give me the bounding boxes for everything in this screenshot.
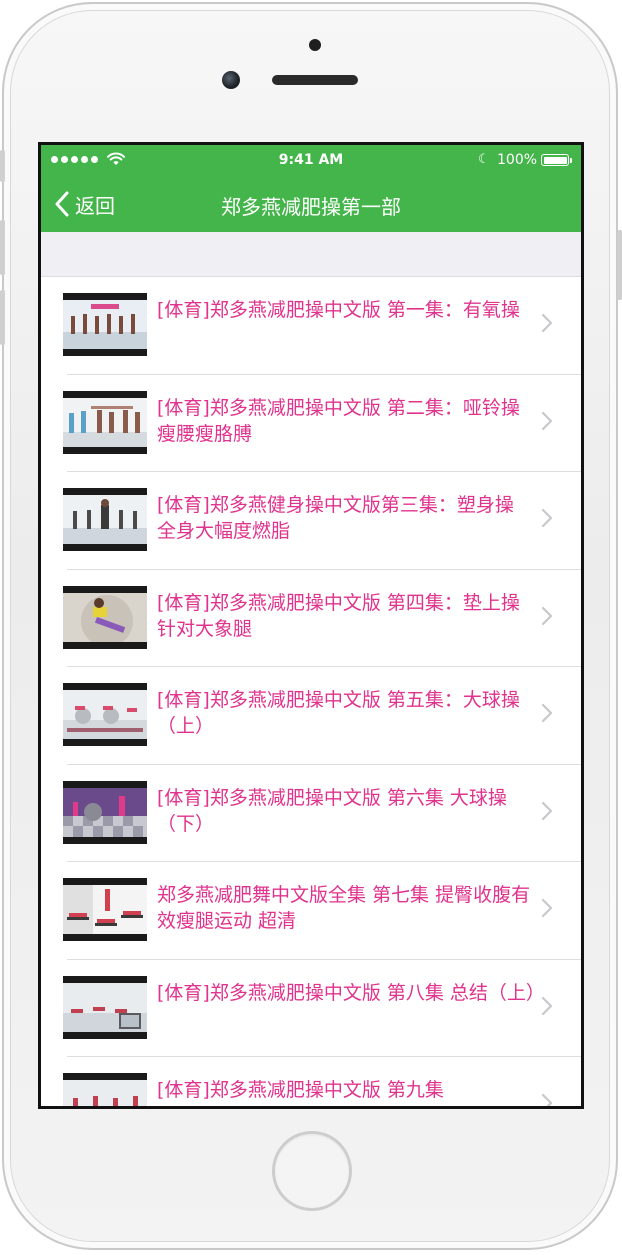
video-thumbnail xyxy=(63,585,147,649)
video-thumbnail xyxy=(63,780,147,844)
list-item[interactable]: [体育]郑多燕减肥操中文版 第二集：哑铃操 瘦腰瘦胳膊 xyxy=(41,375,581,473)
video-title: 郑多燕减肥舞中文版全集 第七集 提臀收腹有效瘦腿运动 超清 xyxy=(157,884,531,932)
app-view: 9:41 AM ☾ 100% 返回 郑多燕减肥操第一部 [体育]郑多燕减肥操中文… xyxy=(41,145,581,1106)
list-item[interactable]: [体育]郑多燕减肥操中文版 第八集 总结（上） xyxy=(41,960,581,1058)
volume-up-button xyxy=(0,220,5,275)
screen: 9:41 AM ☾ 100% 返回 郑多燕减肥操第一部 [体育]郑多燕减肥操中文… xyxy=(38,142,584,1109)
chevron-right-icon xyxy=(541,1093,553,1106)
video-thumbnail xyxy=(63,683,147,746)
mute-switch xyxy=(0,150,5,182)
list-item[interactable]: [体育]郑多燕减肥操中文版 第一集：有氧操 xyxy=(41,277,581,375)
list-item[interactable]: [体育]郑多燕减肥操中文版 第四集：垫上操 针对大象腿 xyxy=(41,570,581,668)
chevron-right-icon xyxy=(541,411,553,430)
video-title: [体育]郑多燕健身操中文版第三集：塑身操 全身大幅度燃脂 xyxy=(157,494,514,542)
front-camera xyxy=(222,71,240,89)
video-title: [体育]郑多燕减肥操中文版 第四集：垫上操 针对大象腿 xyxy=(157,591,520,640)
video-title: [体育]郑多燕减肥操中文版 第一集：有氧操 xyxy=(157,299,520,321)
earpiece-speaker xyxy=(272,75,358,85)
volume-down-button xyxy=(0,290,5,345)
video-title: [体育]郑多燕减肥操中文版 第二集：哑铃操 瘦腰瘦胳膊 xyxy=(157,396,520,445)
chevron-right-icon xyxy=(541,703,553,723)
chevron-right-icon xyxy=(541,508,553,528)
chevron-right-icon xyxy=(541,313,553,333)
chevron-right-icon xyxy=(541,801,553,820)
chevron-right-icon xyxy=(541,606,553,625)
chevron-right-icon xyxy=(541,996,553,1015)
navigation-bar: 返回 郑多燕减肥操第一部 xyxy=(41,175,581,232)
section-header-spacer xyxy=(41,232,581,277)
video-list: [体育]郑多燕减肥操中文版 第一集：有氧操 [体育]郑多燕减肥操中文版 第二集：… xyxy=(41,277,581,1106)
list-item[interactable]: [体育]郑多燕减肥操中文版 第九集 xyxy=(41,1057,581,1106)
video-title: [体育]郑多燕减肥操中文版 第六集 大球操（下） xyxy=(157,786,507,835)
video-thumbnail xyxy=(63,975,147,1039)
video-thumbnail xyxy=(63,293,147,356)
video-title: [体育]郑多燕减肥操中文版 第九集 xyxy=(157,1079,444,1101)
video-thumbnail xyxy=(63,390,147,454)
battery-percentage: 100% xyxy=(497,152,538,168)
home-button[interactable] xyxy=(272,1131,352,1211)
page-title: 郑多燕减肥操第一部 xyxy=(221,195,401,219)
list-item[interactable]: [体育]郑多燕减肥操中文版 第六集 大球操（下） xyxy=(41,765,581,863)
video-title: [体育]郑多燕减肥操中文版 第八集 总结（上） xyxy=(157,981,545,1004)
video-thumbnail xyxy=(63,878,147,941)
proximity-sensor xyxy=(309,39,321,51)
list-item[interactable]: [体育]郑多燕减肥操中文版 第五集：大球操（上） xyxy=(41,667,581,765)
video-thumbnail xyxy=(63,488,147,551)
list-item[interactable]: [体育]郑多燕健身操中文版第三集：塑身操 全身大幅度燃脂 xyxy=(41,472,581,570)
power-button xyxy=(617,230,622,300)
battery-icon xyxy=(541,154,572,166)
chevron-right-icon xyxy=(541,898,553,918)
video-thumbnail xyxy=(63,1073,147,1106)
do-not-disturb-icon: ☾ xyxy=(478,152,490,167)
video-title: [体育]郑多燕减肥操中文版 第五集：大球操（上） xyxy=(157,689,520,737)
status-bar: 9:41 AM ☾ 100% xyxy=(41,145,581,175)
list-item[interactable]: 郑多燕减肥舞中文版全集 第七集 提臀收腹有效瘦腿运动 超清 xyxy=(41,862,581,960)
